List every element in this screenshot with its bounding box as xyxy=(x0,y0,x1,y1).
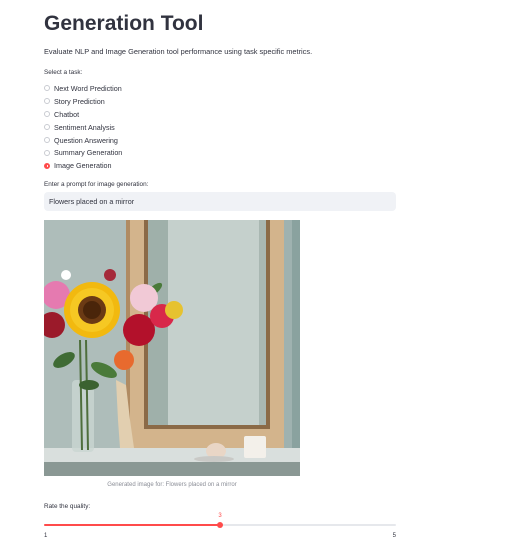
radio-option-question-answering[interactable]: Question Answering xyxy=(44,134,122,147)
prompt-input[interactable] xyxy=(44,192,396,211)
slider-max-label: 5 xyxy=(392,533,396,539)
page-title: Generation Tool xyxy=(44,12,204,35)
slider-thumb[interactable] xyxy=(217,522,223,528)
slider-current-value: 3 xyxy=(218,513,222,519)
radio-circle-icon xyxy=(44,98,50,105)
radio-circle-icon xyxy=(44,149,50,156)
slider-min-label: 1 xyxy=(44,533,48,539)
image-caption: Generated image for: Flowers placed on a… xyxy=(107,482,237,488)
radio-option-label: Question Answering xyxy=(54,135,118,145)
radio-option-summary-generation[interactable]: Summary Generation xyxy=(44,146,122,159)
radio-circle-icon xyxy=(44,111,50,118)
radio-selected-icon xyxy=(44,162,50,169)
radio-option-label: Summary Generation xyxy=(54,148,123,158)
radio-option-image-generation[interactable]: Image Generation xyxy=(44,159,122,172)
radio-circle-icon xyxy=(44,85,50,92)
radio-circle-icon xyxy=(44,124,50,131)
radio-option-next-word-prediction[interactable]: Next Word Prediction xyxy=(44,82,122,95)
generated-image xyxy=(44,220,300,476)
radio-option-label: Story Prediction xyxy=(54,96,105,106)
radio-option-label: Chatbot xyxy=(54,109,80,119)
radio-option-sentiment-analysis[interactable]: Sentiment Analysis xyxy=(44,121,122,134)
radio-option-label: Image Generation xyxy=(54,161,112,171)
prompt-label: Enter a prompt for image generation: xyxy=(44,181,149,188)
radio-option-label: Next Word Prediction xyxy=(54,83,122,93)
quality-slider[interactable]: Rate the quality: 3 1 5 xyxy=(44,503,396,541)
task-radio-group: Next Word Prediction Story Prediction Ch… xyxy=(44,82,122,172)
task-select-label: Select a task: xyxy=(44,69,83,76)
slider-fill xyxy=(44,524,220,526)
radio-option-story-prediction[interactable]: Story Prediction xyxy=(44,95,122,108)
radio-option-label: Sentiment Analysis xyxy=(54,122,115,132)
radio-circle-icon xyxy=(44,137,50,143)
radio-option-chatbot[interactable]: Chatbot xyxy=(44,108,122,121)
page-subtitle: Evaluate NLP and Image Generation tool p… xyxy=(44,47,313,56)
rating-label: Rate the quality: xyxy=(44,503,91,510)
